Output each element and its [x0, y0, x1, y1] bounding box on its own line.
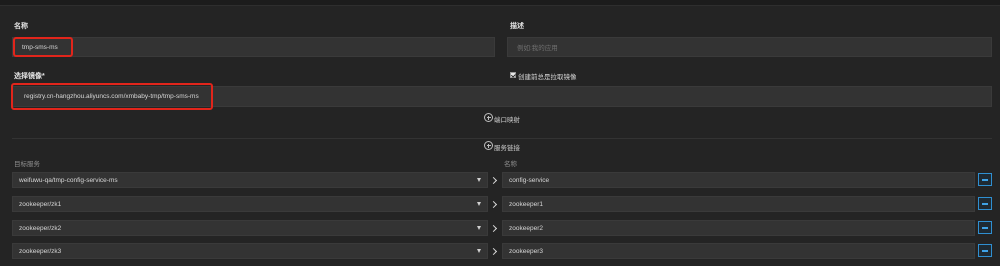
caret-down-icon	[477, 226, 481, 230]
link-name-input[interactable]: zookeeper1	[502, 196, 975, 212]
target-service-header: 目标服务	[14, 161, 40, 168]
target-service-value: zookeeper/zk1	[19, 200, 62, 208]
target-service-select[interactable]: zookeeper/zk3	[12, 243, 488, 259]
link-name-value: config-service	[509, 176, 550, 184]
description-input[interactable]: 例如:我的应用	[507, 37, 992, 57]
target-service-value: weifuwu-qa/tmp-config-service-ms	[19, 176, 118, 184]
image-input[interactable]: registry.cn-hangzhou.aliyuncs.com/xmbaby…	[12, 86, 992, 107]
remove-link-button[interactable]	[978, 173, 992, 186]
chevron-right-icon	[489, 176, 498, 185]
target-service-select[interactable]: zookeeper/zk1	[12, 196, 488, 212]
caret-down-icon	[477, 202, 481, 206]
link-name-value: zookeeper2	[509, 224, 543, 232]
caret-down-icon	[477, 178, 481, 182]
description-label: 描述	[510, 23, 524, 30]
service-link-button[interactable]: 服务链接	[494, 142, 520, 152]
port-mapping-button[interactable]: 端口映射	[494, 114, 520, 124]
target-service-value: zookeeper/zk3	[19, 247, 62, 255]
top-strip	[0, 0, 1000, 6]
chevron-right-icon	[489, 200, 498, 209]
target-service-select[interactable]: weifuwu-qa/tmp-config-service-ms	[12, 172, 488, 188]
description-placeholder: 例如:我的应用	[517, 45, 558, 52]
add-service-link-icon[interactable]	[484, 141, 493, 150]
link-name-input[interactable]: zookeeper2	[502, 220, 975, 236]
link-name-header: 名称	[504, 161, 517, 168]
target-service-value: zookeeper/zk2	[19, 224, 62, 232]
chevron-right-icon	[489, 247, 498, 256]
name-input[interactable]: tmp-sms-ms	[12, 37, 495, 57]
section-divider	[12, 138, 992, 139]
name-label: 名称	[14, 23, 28, 30]
image-input-value: registry.cn-hangzhou.aliyuncs.com/xmbaby…	[24, 93, 199, 100]
name-input-value: tmp-sms-ms	[22, 43, 58, 51]
link-name-input[interactable]: config-service	[502, 172, 975, 188]
link-name-value: zookeeper3	[509, 247, 543, 255]
remove-link-button[interactable]	[978, 197, 992, 210]
link-name-input[interactable]: zookeeper3	[502, 243, 975, 259]
remove-link-button[interactable]	[978, 244, 992, 257]
chevron-right-icon	[489, 224, 498, 233]
pull-image-checkbox[interactable]	[510, 72, 516, 78]
image-label: 选择镜像*	[14, 73, 45, 80]
link-name-value: zookeeper1	[509, 200, 543, 208]
caret-down-icon	[477, 249, 481, 253]
add-port-mapping-icon[interactable]	[484, 113, 493, 122]
pull-image-label: 创建前总是拉取镜像	[518, 74, 577, 81]
target-service-select[interactable]: zookeeper/zk2	[12, 220, 488, 236]
remove-link-button[interactable]	[978, 221, 992, 234]
